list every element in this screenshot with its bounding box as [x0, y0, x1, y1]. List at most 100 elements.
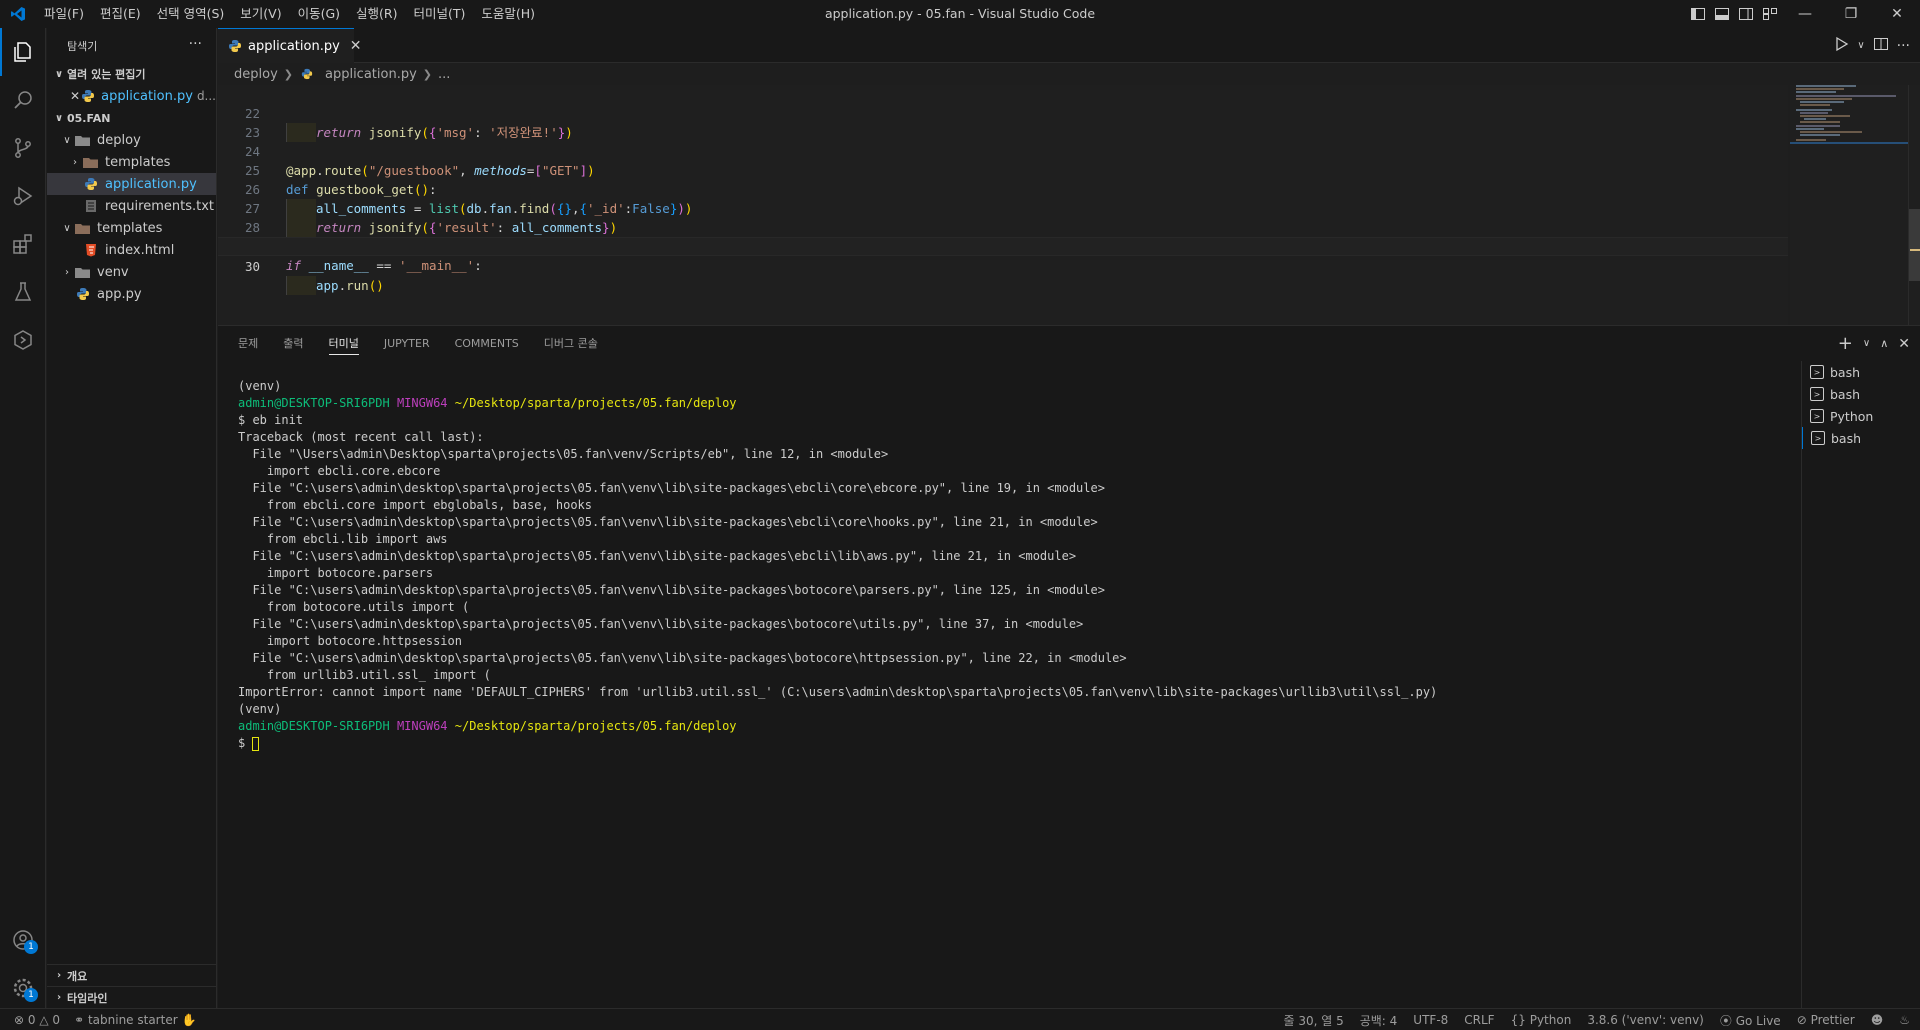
run-debug-icon[interactable] [0, 172, 46, 220]
minimap-line [1800, 121, 1840, 123]
minimap[interactable] [1790, 85, 1910, 325]
explorer-icon[interactable] [0, 28, 46, 76]
folder-templates[interactable]: ∨ templates [47, 217, 216, 239]
menu-help[interactable]: 도움말(H) [473, 0, 543, 28]
tab-close-icon[interactable]: ✕ [350, 38, 362, 54]
tabnine-status[interactable]: ⚭ tabnine starter ✋ [74, 1013, 196, 1027]
terminal-output[interactable]: (venv) admin@DESKTOP-SRI6PDH MINGW64 ~/D… [238, 378, 1638, 752]
terminal-item-bash-active[interactable]: > bash [1802, 427, 1920, 449]
folder-deploy-templates[interactable]: › templates [47, 151, 216, 173]
tab-comments[interactable]: COMMENTS [455, 326, 519, 361]
terminal-item-bash[interactable]: > bash [1802, 383, 1920, 405]
end-of-line[interactable]: CRLF [1464, 1013, 1494, 1027]
remote-explorer-icon[interactable] [0, 316, 46, 364]
language-mode[interactable]: {} Python [1511, 1013, 1572, 1027]
split-editor-icon[interactable] [1873, 36, 1889, 56]
folder-venv[interactable]: › venv [47, 261, 216, 283]
language-label: Python [1529, 1013, 1572, 1027]
more-actions-icon[interactable]: ··· [1897, 38, 1910, 54]
braces-icon: {} [1510, 1013, 1526, 1027]
indentation[interactable]: 공백: 4 [1360, 1012, 1398, 1029]
cursor-position[interactable]: 줄 30, 열 5 [1283, 1012, 1343, 1029]
timeline-section[interactable]: › 타임라인 [47, 986, 217, 1008]
close-icon[interactable]: ✕ [69, 89, 81, 103]
menu-terminal[interactable]: 터미널(T) [406, 0, 474, 28]
scrollbar-thumb[interactable] [1909, 209, 1920, 281]
toggle-primary-sidebar-icon[interactable] [1686, 0, 1710, 28]
workspace-section[interactable]: ∨ 05.FAN [47, 107, 216, 129]
terminal-icon: > [1811, 431, 1825, 445]
more-actions-icon[interactable]: ··· [189, 36, 202, 52]
tab-debug-console[interactable]: 디버그 콘솔 [544, 326, 598, 361]
menu-go[interactable]: 이동(G) [290, 0, 348, 28]
tab-problems[interactable]: 문제 [238, 326, 258, 361]
token: '__main__' [398, 258, 475, 273]
code-line: 28 [218, 199, 1788, 235]
minimap-line [1800, 104, 1830, 106]
new-terminal-icon[interactable]: + [1838, 333, 1853, 354]
file-requirements-txt[interactable]: requirements.txt [47, 195, 216, 217]
search-icon[interactable] [0, 76, 46, 124]
python-file-icon [228, 38, 242, 54]
menu-file[interactable]: 파일(F) [36, 0, 92, 28]
source-control-icon[interactable] [0, 124, 46, 172]
python-interpreter[interactable]: 3.8.6 ('venv': venv) [1587, 1013, 1704, 1027]
outline-section[interactable]: › 개요 [47, 964, 217, 986]
testing-icon[interactable] [0, 268, 46, 316]
breadcrumb-folder[interactable]: deploy [234, 67, 278, 82]
terminal-line: File "C:\users\admin\desktop\sparta\proj… [238, 515, 1098, 529]
minimap-line [1796, 128, 1824, 130]
restore-icon[interactable]: ❐ [1828, 0, 1874, 28]
minimize-icon[interactable]: — [1782, 0, 1828, 28]
toggle-secondary-sidebar-icon[interactable] [1734, 0, 1758, 28]
file-app-py[interactable]: app.py [47, 283, 216, 305]
menu-view[interactable]: 보기(V) [232, 0, 289, 28]
terminal-line: (venv) [238, 702, 282, 716]
prettier[interactable]: ⊘ Prettier [1797, 1013, 1855, 1027]
code-line: 27 return jsonify({'result': all_comment… [218, 180, 1788, 237]
toggle-panel-icon[interactable] [1710, 0, 1734, 28]
file-index-html[interactable]: index.html [47, 239, 216, 261]
folder-deploy[interactable]: ∨ deploy [47, 129, 216, 151]
breadcrumb-symbol[interactable]: ... [438, 67, 450, 82]
notifications-bell-icon[interactable]: ♨ [1899, 1013, 1910, 1027]
feedback-icon[interactable]: ☻ [1871, 1013, 1884, 1027]
tab-application-py[interactable]: application.py ✕ [218, 28, 362, 63]
menu-edit[interactable]: 편집(E) [92, 0, 149, 28]
problems-status[interactable]: ⊗ 0 △ 0 [14, 1013, 60, 1027]
maximize-panel-icon[interactable]: ∧ [1880, 337, 1888, 350]
open-editor-item[interactable]: ✕ application.py d... [47, 85, 216, 107]
folder-templates-icon [75, 220, 91, 236]
manage-gear-icon[interactable]: 1 [0, 964, 46, 1012]
file-label: index.html [105, 242, 175, 258]
extensions-icon[interactable] [0, 220, 46, 268]
file-application-py[interactable]: application.py [47, 173, 216, 195]
code-line-current: 30 app.run() [218, 237, 1788, 295]
minimap-line [1796, 125, 1840, 127]
code-editor[interactable]: 22 return jsonify({'msg': '저장완료!'}) 23 2… [218, 85, 1788, 325]
tab-terminal[interactable]: 터미널 [328, 326, 360, 361]
accounts-icon[interactable]: 1 [0, 916, 46, 964]
close-panel-icon[interactable]: ✕ [1898, 336, 1910, 352]
breadcrumb-file[interactable]: application.py [325, 67, 417, 82]
folder-templates-icon [83, 154, 99, 170]
editor-scrollbar[interactable] [1908, 85, 1920, 325]
open-editors-section[interactable]: ∨ 열려 있는 편집기 [47, 63, 216, 85]
explorer-title: 탐색기 [67, 39, 98, 53]
terminal-input-line[interactable]: $ [238, 735, 1638, 752]
encoding[interactable]: UTF-8 [1413, 1013, 1448, 1027]
go-live[interactable]: ⦿ Go Live [1720, 1012, 1781, 1029]
tab-jupyter[interactable]: JUPYTER [384, 326, 430, 361]
close-window-icon[interactable]: ✕ [1874, 0, 1920, 28]
menu-selection[interactable]: 선택 영역(S) [149, 0, 233, 28]
terminal-dropdown-chevron-icon[interactable]: ∨ [1863, 338, 1870, 349]
menu-run[interactable]: 실행(R) [348, 0, 405, 28]
python-file-icon [299, 66, 315, 82]
html-file-icon [83, 242, 99, 258]
run-dropdown-chevron-icon[interactable]: ∨ [1857, 40, 1864, 51]
tab-output[interactable]: 출력 [283, 326, 303, 361]
terminal-item-python[interactable]: > Python [1802, 405, 1920, 427]
run-python-file-icon[interactable] [1833, 36, 1849, 56]
terminal-item-bash[interactable]: > bash [1802, 361, 1920, 383]
customize-layout-icon[interactable] [1758, 0, 1782, 28]
